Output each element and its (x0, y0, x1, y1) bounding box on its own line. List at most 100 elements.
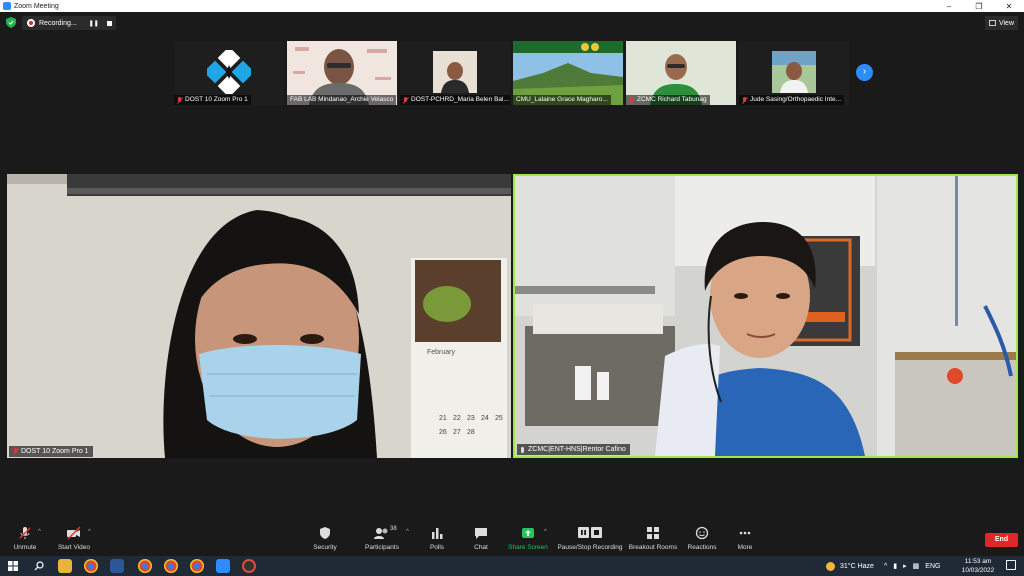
share-options-chevron-icon[interactable]: ^ (544, 529, 547, 535)
mic-muted-icon (19, 527, 31, 539)
language-indicator[interactable]: ENG (925, 563, 940, 570)
breakout-rooms-icon (647, 527, 659, 539)
video-tile-active-speaker[interactable]: ZCMC|ENT-HNS|Rentor Cafino (513, 174, 1018, 458)
zoom-app-icon (3, 2, 11, 10)
participant-thumb[interactable]: CMU_Lalaine Grace Magharo... (513, 41, 623, 105)
grid-view-icon (988, 20, 996, 26)
pause-recording-icon[interactable]: ❚❚ (89, 20, 99, 27)
polls-icon (432, 528, 443, 539)
stop-recording-icon[interactable] (106, 20, 112, 26)
participant-name: CMU_Lalaine Grace Magharo... (513, 95, 611, 105)
shield-icon[interactable] (6, 17, 16, 28)
speaker-icon[interactable]: ▸ (903, 562, 907, 570)
svg-text:26: 26 (439, 429, 447, 436)
mic-muted-icon (742, 96, 747, 104)
mic-on-icon (521, 446, 524, 453)
clock-time: 11:53 am (964, 558, 992, 565)
dost-logo-icon (207, 50, 251, 94)
recording-indicator: Recording... ❚❚ (22, 16, 116, 30)
chrome-icon[interactable] (138, 559, 152, 573)
window-titlebar: Zoom Meeting – ❐ ✕ (0, 0, 1024, 12)
recording-label: Recording... (39, 19, 77, 27)
video-tile[interactable]: February 21 22 23 24 25 26 27 28 DOST 10… (7, 174, 511, 458)
participant-name: ZCMC Richard Tabunag (626, 95, 710, 105)
participant-thumb[interactable]: ZCMC Richard Tabunag (626, 41, 736, 105)
more-button[interactable]: More (734, 526, 756, 551)
participants-options-chevron-icon[interactable]: ^ (406, 529, 409, 535)
participant-thumb[interactable]: DOST 10 Zoom Pro 1 (174, 41, 284, 105)
svg-text:23: 23 (467, 415, 475, 422)
reactions-icon (695, 526, 709, 540)
chevron-up-icon[interactable]: ^ (884, 563, 887, 570)
mic-muted-icon (13, 448, 18, 455)
chrome-icon[interactable] (84, 559, 98, 573)
participant-name: DOST-PCHRD_Maria Belen Bal... (400, 95, 510, 105)
notification-icon[interactable] (1006, 560, 1016, 570)
chrome-icon[interactable] (164, 559, 178, 573)
participant-name: Jude Sasing/Orthopaedic Inte... (739, 95, 845, 105)
close-icon[interactable]: ✕ (994, 2, 1024, 11)
breakout-rooms-button[interactable]: Breakout Rooms (628, 526, 678, 551)
calendar-month: February (427, 349, 456, 356)
next-page-button[interactable]: › (856, 64, 873, 81)
minimize-icon[interactable]: – (934, 2, 964, 11)
meeting-top-bar: Recording... ❚❚ View (0, 12, 1024, 34)
polls-button[interactable]: Polls (424, 526, 450, 551)
svg-text:21: 21 (439, 415, 447, 422)
file-explorer-icon[interactable] (58, 559, 72, 573)
system-tray: ^ ▮ ▸ ▩ ENG (884, 556, 940, 576)
search-icon[interactable] (34, 561, 44, 571)
svg-text:27: 27 (453, 429, 461, 436)
chrome-icon[interactable] (190, 559, 204, 573)
participant-name: ZCMC|ENT-HNS|Rentor Cafino (517, 444, 630, 455)
participant-name: DOST 10 Zoom Pro 1 (9, 446, 93, 457)
restore-icon[interactable]: ❐ (964, 2, 994, 11)
unmute-button[interactable]: Unmute (8, 526, 42, 551)
chat-button[interactable]: Chat (468, 526, 494, 551)
meeting-toolbar: Unmute ^ Start Video ^ Security Particip… (0, 524, 1024, 555)
participants-count: 38 (390, 526, 397, 532)
zoom-taskbar-icon[interactable] (216, 559, 230, 573)
keyboard-icon[interactable]: ▩ (913, 562, 920, 570)
video-off-icon (67, 526, 81, 540)
microphone-icon[interactable]: ▮ (893, 562, 897, 570)
windows-taskbar: 31°C Haze ^ ▮ ▸ ▩ ENG 11:53 am 10/03/202… (0, 556, 1024, 576)
reactions-button[interactable]: Reactions (686, 526, 718, 551)
chevron-right-icon: › (862, 66, 867, 77)
participants-icon (374, 528, 388, 539)
participant-thumb[interactable]: Jude Sasing/Orthopaedic Inte... (739, 41, 849, 105)
svg-text:28: 28 (467, 429, 475, 436)
share-screen-icon (522, 528, 534, 538)
participant-thumb[interactable]: DOST-PCHRD_Maria Belen Bal... (400, 41, 510, 105)
weather-widget[interactable]: 31°C Haze (826, 556, 874, 576)
weather-sun-icon (826, 561, 835, 571)
more-icon (739, 531, 751, 535)
windows-start-icon[interactable] (8, 561, 18, 571)
participant-thumb[interactable]: FAB LAB Mindanao_Archie Velasco (287, 41, 397, 105)
mic-muted-icon (629, 96, 634, 104)
view-button[interactable]: View (984, 16, 1018, 30)
shield-icon (320, 527, 330, 539)
clock[interactable]: 11:53 am 10/03/2022 (960, 557, 996, 575)
start-video-button[interactable]: Start Video (56, 526, 92, 551)
end-meeting-button[interactable]: End (985, 533, 1018, 547)
svg-text:24: 24 (481, 415, 489, 422)
recorder-icon[interactable] (242, 559, 256, 573)
participant-video: February 21 22 23 24 25 26 27 28 (7, 174, 511, 458)
word-icon[interactable] (110, 559, 124, 573)
security-button[interactable]: Security (308, 526, 342, 551)
mic-muted-icon (403, 96, 408, 104)
chat-icon (475, 528, 487, 539)
participants-button[interactable]: Participants (360, 526, 404, 551)
video-options-chevron-icon[interactable]: ^ (88, 529, 91, 535)
pause-stop-recording-button[interactable]: Pause/Stop Recording (556, 526, 624, 551)
participant-strip: DOST 10 Zoom Pro 1 FAB LAB Mindanao_Arch… (174, 41, 850, 105)
participant-video (515, 176, 1016, 456)
clock-date: 10/03/2022 (961, 567, 995, 574)
participant-name: FAB LAB Mindanao_Archie Velasco (287, 95, 397, 105)
weather-text: 31°C Haze (840, 562, 874, 570)
unmute-options-chevron-icon[interactable]: ^ (38, 529, 41, 535)
pause-stop-icon (578, 527, 602, 538)
svg-text:25: 25 (495, 415, 503, 422)
window-title: Zoom Meeting (14, 2, 59, 10)
